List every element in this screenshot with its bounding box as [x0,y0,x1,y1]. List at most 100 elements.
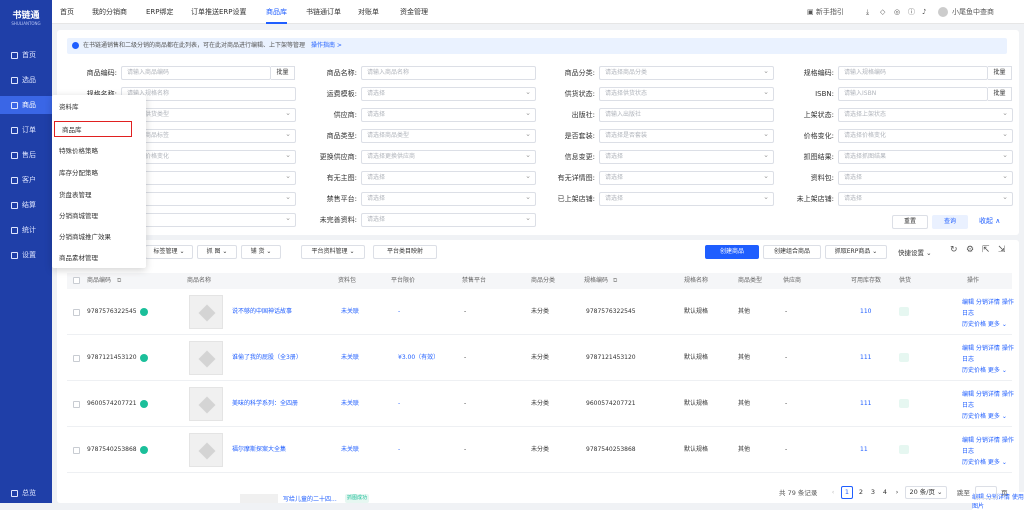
batch-button[interactable]: 批量 [988,66,1012,80]
row-actions-line2[interactable]: 历史价格 更多 ⌄ [962,411,1019,422]
filter-input[interactable]: 请选择 [361,86,536,101]
cell-package[interactable]: 未关联 [341,353,359,363]
row-checkbox[interactable] [73,355,80,362]
copy-icon[interactable]: ⧉ [613,273,617,289]
grab-image-button[interactable]: 抓 图 ⌄ [197,245,237,259]
fullscreen-icon[interactable]: ⇲ [998,245,1006,255]
sidebar-item-settings[interactable]: 设置 [0,246,52,264]
query-button[interactable]: 查询 [932,215,968,229]
guide-link[interactable]: ▣ 新手指引 [807,0,844,24]
page-2[interactable]: 2 [856,486,866,499]
filter-input[interactable]: 请选择 [121,170,296,185]
nav-home[interactable]: 首页 [60,0,74,24]
filter-input[interactable]: 请选择抓图结果 [838,149,1013,164]
sidebar-item-aftersale[interactable]: 售后 [0,146,52,164]
cell-package[interactable]: 未关联 [341,307,359,317]
cell-stock[interactable]: 110 [860,307,871,317]
gift-icon[interactable]: ◇ [880,0,885,24]
filter-input[interactable]: 请选择商品标签 [121,128,296,143]
nav-erp-binding[interactable]: ERP绑定 [146,0,174,24]
collapse-toggle[interactable]: 收起 ∧ [979,216,1000,226]
page-4[interactable]: 4 [880,486,890,499]
user-menu[interactable]: 小尾鱼中查商 [938,0,994,24]
guide-link-notice[interactable]: 操作指南 > [311,42,342,49]
nav-my-distributors[interactable]: 我的分销商 [92,0,127,24]
sidebar-item-goods[interactable]: 商品 [0,96,52,114]
row-actions-line2[interactable]: 历史价格 更多 ⌄ [962,319,1019,330]
distribute-button[interactable]: 铺 货 ⌄ [241,245,281,259]
filter-input[interactable]: 请选择 [361,212,536,227]
nav-funds[interactable]: 资金管理 [400,0,428,24]
filter-input[interactable]: 请选择供货类型 [121,107,296,122]
bell-icon[interactable]: ♪ [922,0,926,24]
copy-icon[interactable]: ⧉ [117,273,121,289]
cell-package[interactable]: 未关联 [341,445,359,455]
headset-icon[interactable]: ◎ [894,0,900,24]
filter-input[interactable]: 请输入规格编码 [838,66,988,80]
row-checkbox[interactable] [73,309,80,316]
row-actions-line2[interactable]: 历史价格 更多 ⌄ [962,365,1019,376]
filter-input[interactable]: 请输入出版社 [599,108,774,122]
page-1[interactable]: 1 [841,486,853,499]
filter-input[interactable]: 请选择更换供应商 [361,149,536,164]
filter-input[interactable]: 请选择 [361,191,536,206]
download-icon[interactable]: ⤓ [866,0,869,24]
filter-input[interactable]: 请选择 [121,191,296,206]
next-page-icon[interactable]: › [892,486,902,499]
page-size-select[interactable]: 20 条/页 ⌄ [905,486,947,499]
filter-input[interactable]: 请输入商品名称 [361,66,536,80]
filter-input[interactable]: 请选择 [838,170,1013,185]
category-mapping-button[interactable]: 平台类目映射 [373,245,437,259]
cell-stock[interactable]: 11 [860,445,868,455]
filter-input[interactable]: 请选择 [599,191,774,206]
export-icon[interactable]: ⇱ [982,245,990,255]
nav-orders[interactable]: 书链通订单 [306,0,341,24]
batch-button[interactable]: 批量 [271,66,295,80]
product-name-link[interactable]: 谁偷了我的屁股（全3册） [232,353,302,363]
product-name-link[interactable]: 福尔摩斯探案大全集 [232,445,286,455]
filter-input[interactable]: 请选择价格变化 [121,149,296,164]
gear-icon[interactable]: ⚙ [966,245,974,255]
filter-input[interactable]: 请选择是否套装 [599,128,774,143]
create-combo-button[interactable]: 创建组合商品 [763,245,821,259]
cell-stock[interactable]: 111 [860,353,871,363]
row-actions-line1[interactable]: 编辑 分销详情 操作日志 [962,389,1019,411]
nav-statement[interactable]: 对账单 [358,0,379,24]
filter-input[interactable]: 请选择 [361,107,536,122]
filter-input[interactable]: 请选择 [838,191,1013,206]
filter-input[interactable]: 请选择 [599,149,774,164]
filter-input[interactable]: 请输入ISBN [838,87,988,101]
sidebar-item-orders[interactable]: 订单 [0,121,52,139]
help-icon[interactable]: ⓘ [908,0,915,24]
row-actions-line2[interactable]: 历史价格 更多 ⌄ [962,457,1019,468]
goto-input[interactable] [975,486,997,499]
submenu-item-data-library[interactable]: 资料库 [52,99,146,115]
grab-erp-button[interactable]: 抓取ERP商品 ⌄ [825,245,887,259]
sidebar-item-home[interactable]: 首页 [0,46,52,64]
filter-input[interactable]: 请选择上架状态 [838,107,1013,122]
row-checkbox[interactable] [73,401,80,408]
quick-settings[interactable]: 快捷设置 ⌄ [898,247,932,257]
row-checkbox[interactable] [73,447,80,454]
create-goods-button[interactable]: 创建商品 [705,245,759,259]
batch-button[interactable]: 批量 [988,87,1012,101]
page-3[interactable]: 3 [868,486,878,499]
row-actions-line1[interactable]: 编辑 分销详情 操作日志 [962,297,1019,319]
refresh-icon[interactable]: ↻ [950,245,958,255]
platform-data-button[interactable]: 平台资料管理 ⌄ [301,245,365,259]
reset-button[interactable]: 重置 [892,215,928,229]
filter-input[interactable]: 请选择供货状态 [599,86,774,101]
filter-input[interactable]: 请选择价格变化 [838,128,1013,143]
filter-input[interactable]: 请输入规格名称 [121,87,296,101]
submenu-item-stock-allocation[interactable]: 库存分配策略 [52,165,146,181]
row-actions-line1[interactable]: 编辑 分销详情 操作日志 [962,435,1019,457]
sidebar-item-select[interactable]: 选品 [0,71,52,89]
filter-input[interactable]: 请选择 [121,212,296,227]
nav-goods-library[interactable]: 商品库 [266,0,287,24]
product-name-link[interactable]: 说不够的中国神话故事 [232,307,292,317]
submenu-item-mall-promo[interactable]: 分销商城推广效果 [52,229,146,245]
sidebar-collapse[interactable]: 总览 [0,484,52,502]
tag-manage-button[interactable]: 标签管理 ⌄ [145,245,193,259]
row-actions-line1[interactable]: 编辑 分销详情 操作日志 [962,343,1019,365]
prev-page-icon[interactable]: ‹ [828,486,838,499]
